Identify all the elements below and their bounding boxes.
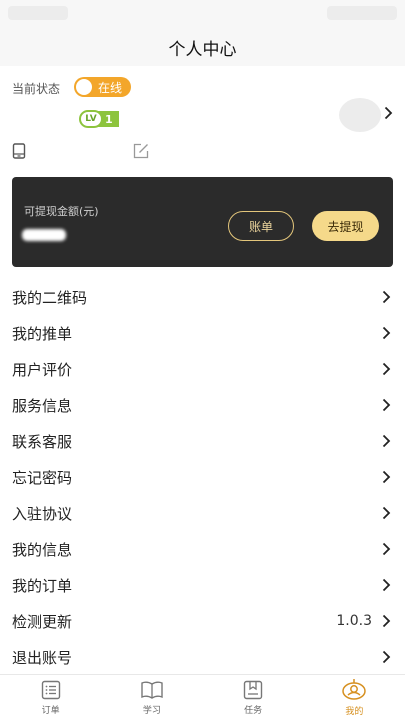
menu-item-label: 服务信息 — [12, 396, 73, 415]
status-bar-right-blur — [327, 6, 397, 20]
chevron-right-icon — [382, 614, 391, 628]
edit-icon[interactable] — [132, 142, 150, 164]
chevron-right-icon[interactable] — [384, 105, 393, 124]
order-list-icon — [41, 680, 60, 700]
tab-label: 订单 — [41, 706, 60, 716]
toggle-knob — [76, 79, 92, 95]
profile-card: 当前状态 在线 LV 1 — [0, 66, 405, 170]
task-icon — [243, 680, 263, 700]
phone-icon[interactable] — [12, 143, 26, 163]
menu-item-label: 用户评价 — [12, 360, 73, 379]
bill-button[interactable]: 账单 — [228, 211, 294, 241]
tab-label: 我的 — [345, 707, 364, 717]
menu-item-user-reviews[interactable]: 用户评价 — [0, 351, 405, 387]
withdraw-button[interactable]: 去提现 — [312, 211, 379, 241]
menu-item-qrcode[interactable]: 我的二维码 — [0, 279, 405, 315]
chevron-right-icon — [382, 542, 391, 556]
nav-bar: 个人中心 — [0, 28, 405, 66]
menu-item-label: 我的信息 — [12, 540, 73, 559]
menu-item-label: 入驻协议 — [12, 504, 73, 523]
tab-tasks[interactable]: 任务 — [203, 675, 304, 720]
level-badge-label: LV — [79, 110, 103, 128]
level-badge: LV 1 — [79, 110, 119, 128]
menu-item-service-info[interactable]: 服务信息 — [0, 387, 405, 423]
chevron-right-icon — [382, 434, 391, 448]
chevron-right-icon — [382, 506, 391, 520]
chevron-right-icon — [382, 326, 391, 340]
menu-item-label: 我的订单 — [12, 576, 73, 595]
mine-icon — [342, 679, 367, 700]
menu-item-my-info[interactable]: 我的信息 — [0, 531, 405, 567]
menu-item-label: 退出账号 — [12, 648, 73, 667]
tab-label: 学习 — [142, 706, 161, 716]
book-icon — [141, 681, 163, 699]
tab-orders[interactable]: 订单 — [0, 675, 101, 720]
online-toggle[interactable]: 在线 — [74, 77, 131, 97]
chevron-right-icon — [382, 470, 391, 484]
menu-item-label: 忘记密码 — [12, 468, 73, 487]
status-bar — [0, 0, 405, 28]
status-label: 当前状态 — [12, 82, 61, 96]
wallet-card: 可提现金额(元) 账单 去提现 — [12, 177, 393, 267]
chevron-right-icon — [382, 290, 391, 304]
menu-item-check-update[interactable]: 检测更新 1.0.3 — [0, 603, 405, 639]
tab-label: 任务 — [244, 706, 263, 716]
status-bar-left-blur — [8, 6, 68, 20]
avatar[interactable] — [339, 98, 381, 132]
menu-item-logout[interactable]: 退出账号 — [0, 639, 405, 675]
menu-item-label: 检测更新 — [12, 612, 73, 631]
chevron-right-icon — [382, 578, 391, 592]
menu-item-label: 联系客服 — [12, 432, 73, 451]
version-value: 1.0.3 — [336, 613, 372, 629]
tab-bar: 订单 学习 任务 我的 — [0, 674, 405, 720]
menu-item-contact-support[interactable]: 联系客服 — [0, 423, 405, 459]
menu-item-forgot-password[interactable]: 忘记密码 — [0, 459, 405, 495]
wallet-amount-hidden — [22, 229, 66, 241]
menu-list: 我的二维码 我的推单 用户评价 服务信息 联系客服 忘记密码 入驻协议 我的信息… — [0, 279, 405, 675]
tab-mine[interactable]: 我的 — [304, 675, 405, 720]
wallet-label: 可提现金额(元) — [24, 205, 99, 218]
chevron-right-icon — [382, 362, 391, 376]
menu-item-join-agreement[interactable]: 入驻协议 — [0, 495, 405, 531]
online-text: 在线 — [98, 80, 123, 95]
chevron-right-icon — [382, 650, 391, 664]
page-title: 个人中心 — [168, 39, 237, 60]
menu-item-label: 我的推单 — [12, 324, 73, 343]
menu-item-my-orders[interactable]: 我的订单 — [0, 567, 405, 603]
menu-item-label: 我的二维码 — [12, 288, 88, 307]
menu-item-my-orders-pushed[interactable]: 我的推单 — [0, 315, 405, 351]
tab-study[interactable]: 学习 — [101, 675, 202, 720]
chevron-right-icon — [382, 398, 391, 412]
